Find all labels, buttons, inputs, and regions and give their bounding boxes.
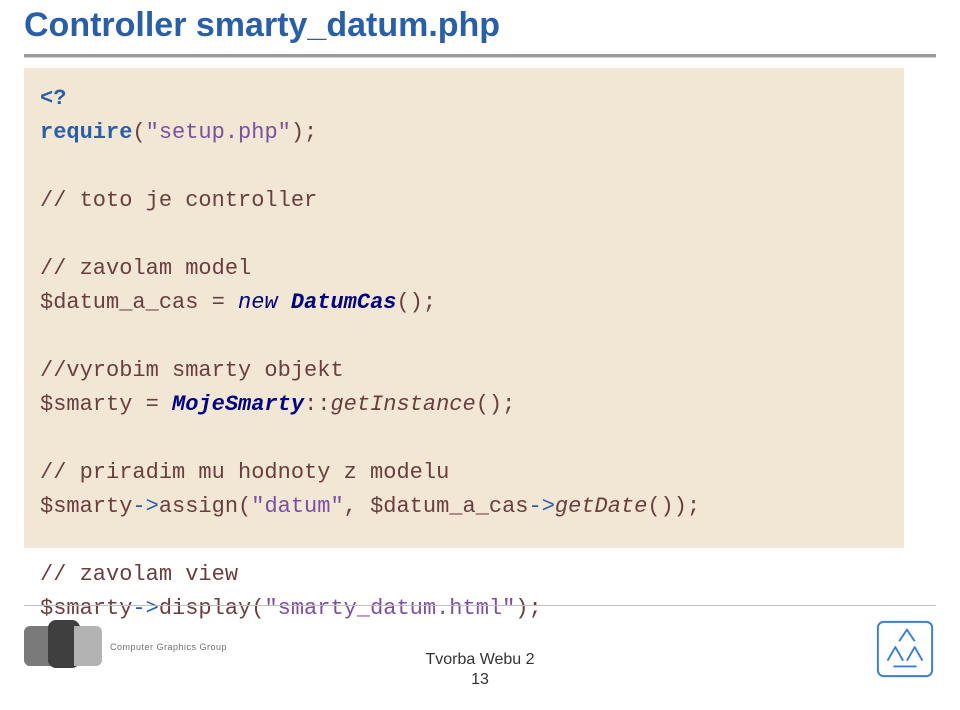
code-token: [278, 290, 291, 315]
code-token: ->: [132, 596, 158, 621]
code-comment: //vyrobim smarty objekt: [40, 358, 344, 383]
code-token: ,: [344, 494, 370, 519]
code-token: );: [515, 596, 541, 621]
bottom-rule: [24, 605, 936, 606]
code-token: require: [40, 120, 132, 145]
title-underline: [24, 54, 936, 58]
code-token: display: [159, 596, 251, 621]
code-token: (: [132, 120, 145, 145]
footer-center: Tvorba Webu 2 13: [0, 650, 960, 690]
code-token: $smarty: [40, 596, 132, 621]
code-token: ();: [476, 392, 516, 417]
slide-title: Controller smarty_datum.php: [24, 6, 500, 45]
code-comment: // zavolam model: [40, 256, 251, 281]
ctu-lion-logo: [874, 618, 936, 680]
code-token: ->: [529, 494, 555, 519]
code-token: assign: [159, 494, 238, 519]
code-comment: // toto je controller: [40, 188, 317, 213]
code-token: DatumCas: [291, 290, 397, 315]
code-block: <? require("setup.php"); // toto je cont…: [24, 68, 904, 548]
code-token: $smarty: [40, 494, 132, 519]
code-token: ::: [304, 392, 330, 417]
code-token: getDate: [555, 494, 647, 519]
code-token: "smarty_datum.html": [264, 596, 515, 621]
code-token: ();: [396, 290, 436, 315]
code-token: ());: [647, 494, 700, 519]
code-token: =: [132, 392, 172, 417]
slide: Controller smarty_datum.php <? require("…: [0, 0, 960, 710]
code-token: new: [238, 290, 278, 315]
footer-title: Tvorba Webu 2: [0, 650, 960, 670]
code-comment: // zavolam view: [40, 562, 238, 587]
code-comment: // priradim mu hodnoty z modelu: [40, 460, 449, 485]
code-token: $datum_a_cas: [40, 290, 198, 315]
code-token: ->: [132, 494, 158, 519]
code-token: (: [238, 494, 251, 519]
code-token: =: [198, 290, 238, 315]
code-token: (: [251, 596, 264, 621]
code-token: $smarty: [40, 392, 132, 417]
code-token: $datum_a_cas: [370, 494, 528, 519]
code-token: "datum": [251, 494, 343, 519]
code-token: getInstance: [330, 392, 475, 417]
code-token: <?: [40, 86, 66, 111]
code-token: MojeSmarty: [172, 392, 304, 417]
code-token: );: [291, 120, 317, 145]
code-token: "setup.php": [146, 120, 291, 145]
page-number: 13: [0, 670, 960, 690]
